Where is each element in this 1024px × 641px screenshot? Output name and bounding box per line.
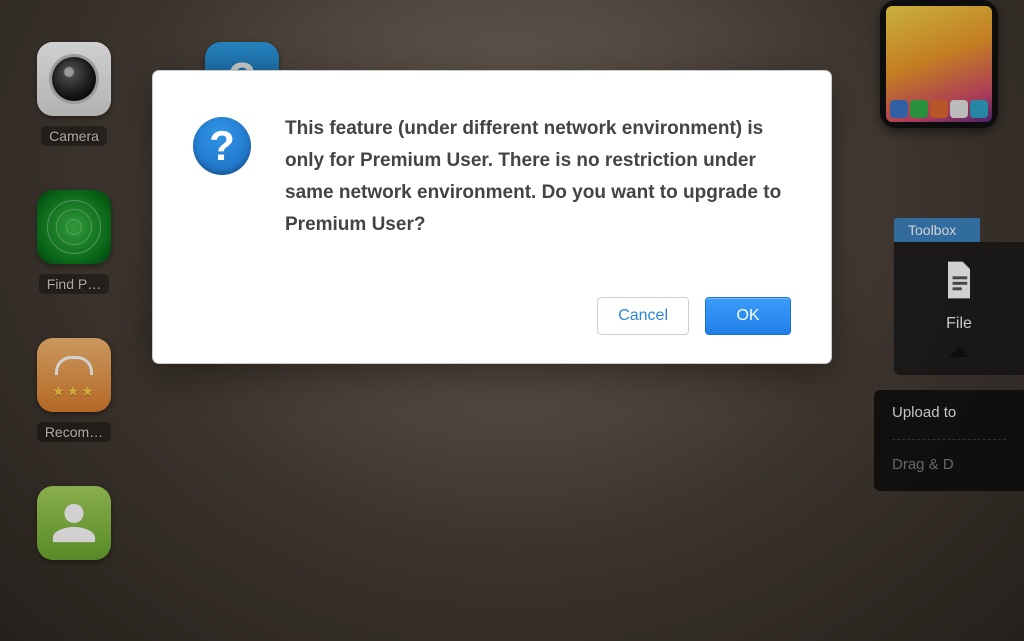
cancel-button[interactable]: Cancel (597, 297, 689, 335)
dialog-message: This feature (under different network en… (285, 113, 791, 241)
dialog-actions: Cancel OK (193, 297, 791, 335)
premium-upgrade-dialog: ? This feature (under different network … (152, 70, 832, 364)
ok-button[interactable]: OK (705, 297, 791, 335)
question-icon: ? (193, 117, 251, 175)
